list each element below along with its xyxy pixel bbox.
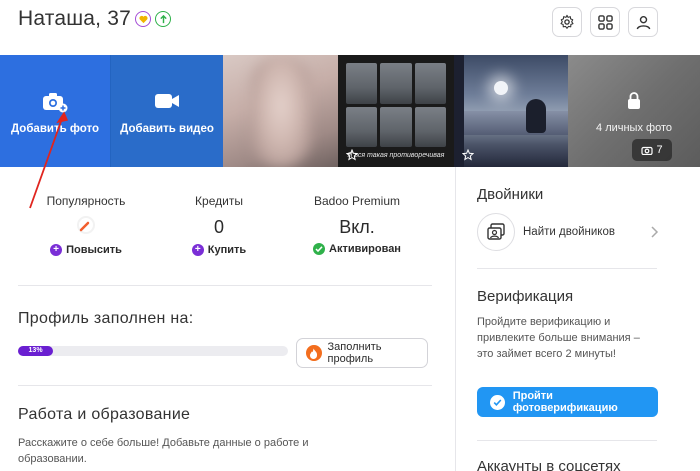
grid-icon xyxy=(597,14,613,30)
photo-verification-label: Пройти фотоверификацию xyxy=(512,390,618,414)
credits-title: Кредиты xyxy=(195,194,243,208)
photo-count: 7 xyxy=(656,144,663,156)
profile-fill-title: Профиль заполнен на: xyxy=(18,310,194,327)
profile-photo-blurred[interactable] xyxy=(223,55,338,167)
popularity-stat: Популярность + Повысить xyxy=(11,180,161,257)
profile-progress-bar: 13% xyxy=(18,346,288,356)
profile-stats: Популярность + Повысить Кредиты 0 + Купи… xyxy=(0,180,450,270)
fill-profile-label: Заполнить профиль xyxy=(327,341,382,365)
lock-icon xyxy=(628,92,640,109)
credits-stat: Кредиты 0 + Купить xyxy=(144,180,294,257)
video-camera-icon xyxy=(155,94,179,108)
work-education-title: Работа и образование xyxy=(18,406,191,423)
profile-photo-night[interactable] xyxy=(454,55,568,167)
boost-label: Повысить xyxy=(66,244,122,256)
divider xyxy=(477,440,657,441)
settings-button[interactable] xyxy=(552,7,582,37)
divider xyxy=(477,268,657,269)
premium-status[interactable]: Активирован xyxy=(313,243,401,255)
fire-icon xyxy=(306,345,322,361)
star-icon[interactable] xyxy=(462,149,474,161)
photos-stack-icon xyxy=(477,213,515,251)
divider xyxy=(18,385,432,386)
profile-button[interactable] xyxy=(628,7,658,37)
star-icon[interactable] xyxy=(346,149,358,161)
camera-add-icon xyxy=(43,93,68,113)
photo-count-badge: 7 xyxy=(632,139,672,161)
find-doubles-button[interactable]: Найти двойников xyxy=(477,213,661,251)
boost-button[interactable]: + Повысить xyxy=(50,244,122,256)
premium-value: Вкл. xyxy=(339,217,375,237)
doubles-title: Двойники xyxy=(477,186,544,203)
plus-icon: + xyxy=(50,244,63,256)
divider xyxy=(18,285,432,286)
popularity-title: Популярность xyxy=(46,194,126,208)
apps-grid-button[interactable] xyxy=(590,7,620,37)
add-video-label: Добавить видео xyxy=(120,123,214,135)
profile-progress-fill: 13% xyxy=(18,346,54,356)
add-video-button[interactable]: Добавить видео xyxy=(110,55,223,167)
credits-value: 0 xyxy=(213,217,224,237)
cats-collage xyxy=(346,63,446,147)
verification-text: Пройдите верификацию и привлеките больше… xyxy=(477,316,640,360)
work-education-text: Расскажите о себе больше! Добавьте данны… xyxy=(18,437,309,465)
verification-title: Верификация xyxy=(477,288,574,305)
profile-name: Наташа, 37 xyxy=(18,7,131,30)
photo-verification-button[interactable]: Пройти фотоверификацию xyxy=(477,387,658,417)
profile-header: Наташа, 37 xyxy=(0,0,700,55)
social-accounts-title: Аккаунты в соцсетях xyxy=(477,458,621,471)
private-photos-label: 4 личных фото xyxy=(596,122,672,134)
premium-status-label: Активирован xyxy=(329,243,401,255)
add-photo-label: Добавить фото xyxy=(10,123,100,135)
profile-page: Наташа, 37 Добавить фото Добавить видео … xyxy=(0,0,700,471)
popularity-gauge xyxy=(11,215,161,239)
gauge-icon xyxy=(77,216,95,234)
premium-stat: Badoo Premium Вкл. Активирован xyxy=(282,180,432,258)
find-doubles-label: Найти двойников xyxy=(523,226,615,238)
buy-credits-button[interactable]: + Купить xyxy=(191,244,247,256)
photo-strip: Добавить фото Добавить видео Я вся такая… xyxy=(0,55,700,167)
blurred-portrait xyxy=(251,55,311,167)
check-icon xyxy=(490,394,505,410)
check-icon xyxy=(313,243,326,255)
add-photo-button[interactable]: Добавить фото xyxy=(0,55,110,167)
premium-title: Badoo Premium xyxy=(313,194,401,208)
private-photos-tile[interactable]: 4 личных фото 7 xyxy=(568,55,700,167)
panel-divider xyxy=(455,167,456,471)
boost-up-icon[interactable] xyxy=(155,11,171,27)
camera-icon xyxy=(641,146,654,155)
fill-profile-button[interactable]: Заполнить профиль xyxy=(296,338,428,368)
profile-photo-cats[interactable]: Я вся такая противоречивая xyxy=(338,55,454,167)
gear-icon xyxy=(560,14,574,29)
user-icon xyxy=(636,15,650,29)
plus-icon: + xyxy=(191,244,204,256)
buy-label: Купить xyxy=(207,244,247,256)
heart-badge-icon[interactable] xyxy=(135,11,151,27)
chevron-right-icon xyxy=(651,226,659,238)
